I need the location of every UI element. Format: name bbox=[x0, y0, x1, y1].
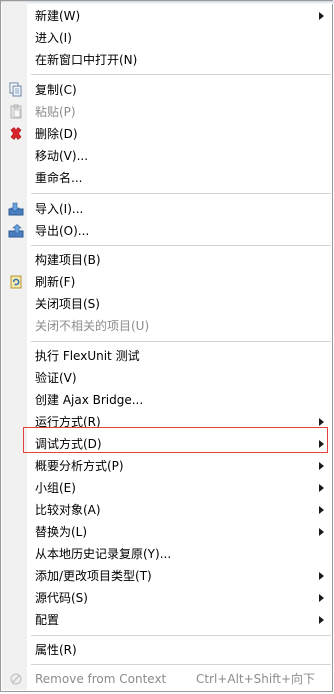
menu-item-go-into[interactable]: 进入(I) bbox=[2, 27, 333, 49]
remove-context-icon bbox=[8, 671, 24, 687]
menu-item-team[interactable]: 小组(E) bbox=[2, 477, 333, 499]
copy-icon bbox=[8, 82, 24, 98]
menu-item-move[interactable]: 移动(V)... bbox=[2, 145, 333, 167]
menu-item-profile-as[interactable]: 概要分析方式(P) bbox=[2, 455, 333, 477]
menu-item-new[interactable]: 新建(W) bbox=[2, 5, 333, 27]
menu-item-label: 删除(D) bbox=[35, 127, 78, 141]
menu-item-label: 创建 Ajax Bridge... bbox=[35, 393, 144, 407]
submenu-arrow-icon bbox=[319, 462, 324, 470]
submenu-arrow-icon bbox=[319, 616, 324, 624]
menu-item-open-new-window[interactable]: 在新窗口中打开(N) bbox=[2, 49, 333, 71]
menu-item-close-unrelated-projects[interactable]: 关闭不相关的项目(U) bbox=[2, 315, 333, 337]
submenu-arrow-icon bbox=[319, 12, 324, 20]
menu-item-label: 验证(V) bbox=[35, 371, 77, 385]
shortcut-label: Ctrl+Alt+Shift+向下 bbox=[195, 672, 315, 686]
menu-item-label: 进入(I) bbox=[35, 31, 72, 45]
menu-top-edge bbox=[1, 1, 334, 4]
menu-item-create-ajax-bridge[interactable]: 创建 Ajax Bridge... bbox=[2, 389, 333, 411]
menu-item-label: 新建(W) bbox=[35, 9, 81, 23]
export-icon bbox=[8, 223, 24, 239]
menu-item-label: 关闭项目(S) bbox=[35, 297, 100, 311]
submenu-arrow-icon bbox=[319, 528, 324, 536]
menu-item-label: 构建项目(B) bbox=[35, 253, 101, 267]
menu-item-source[interactable]: 源代码(S) bbox=[2, 587, 333, 609]
paste-icon bbox=[8, 104, 24, 120]
menu-item-refresh[interactable]: 刷新(F) bbox=[2, 271, 333, 293]
menu-item-close-project[interactable]: 关闭项目(S) bbox=[2, 293, 333, 315]
menu-item-paste[interactable]: 粘贴(P) bbox=[2, 101, 333, 123]
menu-item-label: 在新窗口中打开(N) bbox=[35, 53, 138, 67]
menu-item-label: 重命名... bbox=[35, 171, 83, 185]
menu-item-label: 替换为(L) bbox=[35, 525, 88, 539]
menu-item-compare-with[interactable]: 比较对象(A) bbox=[2, 499, 333, 521]
submenu-arrow-icon bbox=[319, 572, 324, 580]
submenu-arrow-icon bbox=[319, 594, 324, 602]
menu-item-label: 导出(O)... bbox=[35, 224, 90, 238]
menu-item-label: 粘贴(P) bbox=[35, 105, 76, 119]
menu-item-remove-from-context[interactable]: Remove from Context Ctrl+Alt+Shift+向下 bbox=[2, 668, 333, 690]
menu-item-label: 属性(R) bbox=[35, 643, 77, 657]
context-menu: 新建(W) 进入(I) 在新窗口中打开(N) 复制(C) 粘贴(P) 删除(D)… bbox=[0, 0, 334, 692]
menu-separator bbox=[31, 74, 331, 75]
menu-item-run-flexunit-tests[interactable]: 执行 FlexUnit 测试 bbox=[2, 345, 333, 367]
menu-item-label: 源代码(S) bbox=[35, 591, 88, 605]
refresh-icon bbox=[8, 274, 24, 290]
menu-item-label: 比较对象(A) bbox=[35, 503, 101, 517]
menu-item-configure[interactable]: 配置 bbox=[2, 609, 333, 631]
menu-separator bbox=[31, 341, 331, 342]
menu-item-validate[interactable]: 验证(V) bbox=[2, 367, 333, 389]
menu-item-replace-with[interactable]: 替换为(L) bbox=[2, 521, 333, 543]
menu-item-label: 刷新(F) bbox=[35, 275, 76, 289]
menu-item-export[interactable]: 导出(O)... bbox=[2, 220, 333, 242]
menu-item-label: 复制(C) bbox=[35, 83, 77, 97]
menu-item-rename[interactable]: 重命名... bbox=[2, 167, 333, 189]
menu-item-label: 导入(I)... bbox=[35, 202, 84, 216]
menu-item-label: 执行 FlexUnit 测试 bbox=[35, 349, 140, 363]
menu-item-build-project[interactable]: 构建项目(B) bbox=[2, 249, 333, 271]
menu-item-label: 概要分析方式(P) bbox=[35, 459, 124, 473]
menu-separator bbox=[31, 664, 331, 665]
menu-item-copy[interactable]: 复制(C) bbox=[2, 79, 333, 101]
highlight-box bbox=[23, 427, 328, 453]
menu-separator bbox=[31, 193, 331, 194]
import-icon bbox=[8, 201, 24, 217]
menu-separator bbox=[31, 245, 331, 246]
menu-item-restore-from-local-history[interactable]: 从本地历史记录复原(Y)... bbox=[2, 543, 333, 565]
submenu-arrow-icon bbox=[319, 418, 324, 426]
menu-item-label: 从本地历史记录复原(Y)... bbox=[35, 547, 172, 561]
menu-item-label: 配置 bbox=[35, 613, 60, 627]
menu-item-delete[interactable]: 删除(D) bbox=[2, 123, 333, 145]
menu-item-label: 小组(E) bbox=[35, 481, 76, 495]
menu-item-label: 关闭不相关的项目(U) bbox=[35, 319, 150, 333]
menu-separator bbox=[31, 635, 331, 636]
delete-icon bbox=[8, 126, 24, 142]
menu-item-import[interactable]: 导入(I)... bbox=[2, 198, 333, 220]
menu-item-label: 移动(V)... bbox=[35, 149, 89, 163]
menu-item-properties[interactable]: 属性(R) bbox=[2, 639, 333, 661]
menu-item-label: Remove from Context bbox=[35, 672, 167, 686]
menu-item-add-change-project-type[interactable]: 添加/更改项目类型(T) bbox=[2, 565, 333, 587]
submenu-arrow-icon bbox=[319, 506, 324, 514]
submenu-arrow-icon bbox=[319, 484, 324, 492]
menu-item-label: 添加/更改项目类型(T) bbox=[35, 569, 152, 583]
